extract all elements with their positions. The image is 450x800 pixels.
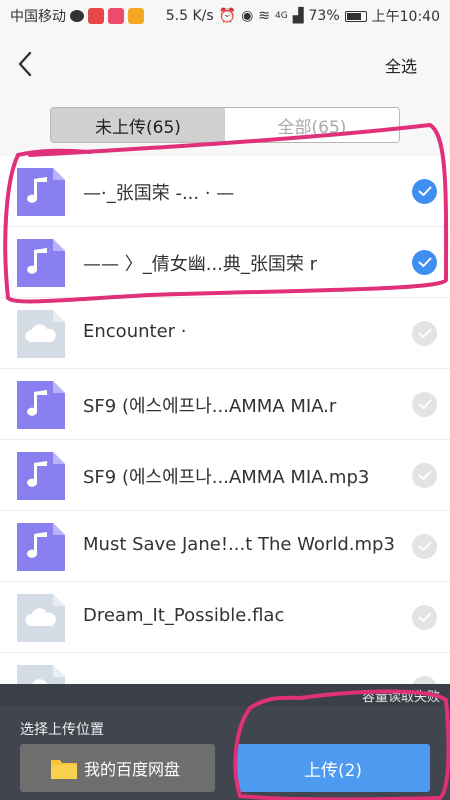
select-checkbox[interactable]	[412, 250, 437, 275]
music-file-icon	[17, 523, 65, 571]
file-row[interactable]: —— 〉_倩女幽...典_张国荣 r	[0, 227, 450, 298]
header: 全选	[0, 32, 450, 96]
file-name: —·_张国荣 -... · —	[83, 183, 235, 204]
message-icon	[70, 10, 84, 22]
upload-location-label: 选择上传位置	[20, 722, 104, 738]
app-icon	[88, 8, 104, 24]
music-file-icon	[17, 452, 65, 500]
file-name: Dream_It_Possible.flac	[83, 605, 285, 626]
select-checkbox[interactable]	[412, 179, 437, 204]
select-checkbox[interactable]	[412, 321, 437, 346]
select-checkbox[interactable]	[412, 463, 437, 488]
file-row[interactable]: Must Save Jane!...t The World.mp3	[0, 511, 450, 582]
select-checkbox[interactable]	[412, 392, 437, 417]
signal-icon: ▟	[292, 8, 304, 24]
tab-all[interactable]: 全部(65)	[225, 108, 399, 142]
checkmark-icon	[418, 470, 431, 480]
tab-bar-area: 未上传(65) 全部(65)	[0, 96, 450, 156]
alarm-icon: ⏰	[218, 8, 237, 24]
capacity-error-tip: 容量读取失败	[361, 690, 440, 705]
file-row[interactable]: Dream_It_Possible.flac	[0, 582, 450, 653]
status-bar: 中国移动 5.5 K/s ⏰ ◉ ≋ 4G ▟ 73% 上午10:40	[0, 0, 450, 32]
checkmark-icon	[418, 399, 431, 409]
select-checkbox[interactable]	[412, 676, 437, 684]
folder-icon	[51, 760, 77, 779]
tab-not-uploaded[interactable]: 未上传(65)	[51, 108, 225, 142]
checkmark-icon	[418, 541, 431, 551]
upload-button[interactable]: 上传(2)	[236, 744, 430, 792]
battery-icon	[344, 10, 367, 22]
battery-percent: 73%	[308, 8, 340, 24]
chevron-left-icon	[18, 51, 32, 77]
network-speed: 5.5 K/s	[165, 8, 214, 24]
checkmark-icon	[418, 257, 431, 267]
file-row[interactable]: Encounter ·	[0, 298, 450, 369]
upload-location-text: 我的百度网盘	[84, 760, 181, 779]
file-name: SF9 (에스에프나...AMMA MIA.mp3	[83, 467, 370, 488]
checkmark-icon	[418, 328, 431, 338]
file-row[interactable]: —·_张国荣 -... · —	[0, 156, 450, 227]
music-file-icon	[17, 168, 65, 216]
app-icon	[108, 8, 124, 24]
file-name: Encounter ·	[83, 321, 187, 342]
checkmark-icon	[418, 612, 431, 622]
signal-label: 4G	[275, 11, 288, 21]
file-name: —— 〉_倩女幽...典_张国荣 r	[83, 254, 318, 275]
carrier-label: 中国移动	[10, 9, 66, 25]
cloud-file-icon	[17, 310, 65, 358]
music-file-icon	[17, 239, 65, 287]
select-all-button[interactable]: 全选	[385, 53, 417, 77]
bottom-panel: 容量读取失败 选择上传位置 我的百度网盘 上传(2)	[0, 684, 450, 800]
file-row[interactable]: SF9 (에스에프나...AMMA MIA.mp3	[0, 440, 450, 511]
checkmark-icon	[418, 186, 431, 196]
cloud-file-icon	[17, 594, 65, 642]
upload-location-button[interactable]: 我的百度网盘	[20, 744, 215, 792]
cloud-file-icon	[17, 665, 65, 684]
tab-bar: 未上传(65) 全部(65)	[50, 107, 400, 143]
upload-action-area: 选择上传位置 我的百度网盘 上传(2)	[0, 706, 450, 800]
eye-icon: ◉	[241, 8, 254, 24]
music-file-icon	[17, 381, 65, 429]
file-row[interactable]	[0, 653, 450, 684]
back-button[interactable]	[10, 48, 40, 80]
select-checkbox[interactable]	[412, 605, 437, 630]
file-name: SF9 (에스에프나...AMMA MIA.r	[83, 396, 337, 417]
wifi-icon: ≋	[258, 8, 271, 24]
file-list: —·_张国荣 -... · — —— 〉_倩女幽...典_张国荣 r Encount…	[0, 156, 450, 684]
file-name: Must Save Jane!...t The World.mp3	[83, 534, 395, 555]
file-row[interactable]: SF9 (에스에프나...AMMA MIA.r	[0, 369, 450, 440]
select-checkbox[interactable]	[412, 534, 437, 559]
app-icon	[128, 8, 144, 24]
clock: 上午10:40	[371, 9, 440, 25]
